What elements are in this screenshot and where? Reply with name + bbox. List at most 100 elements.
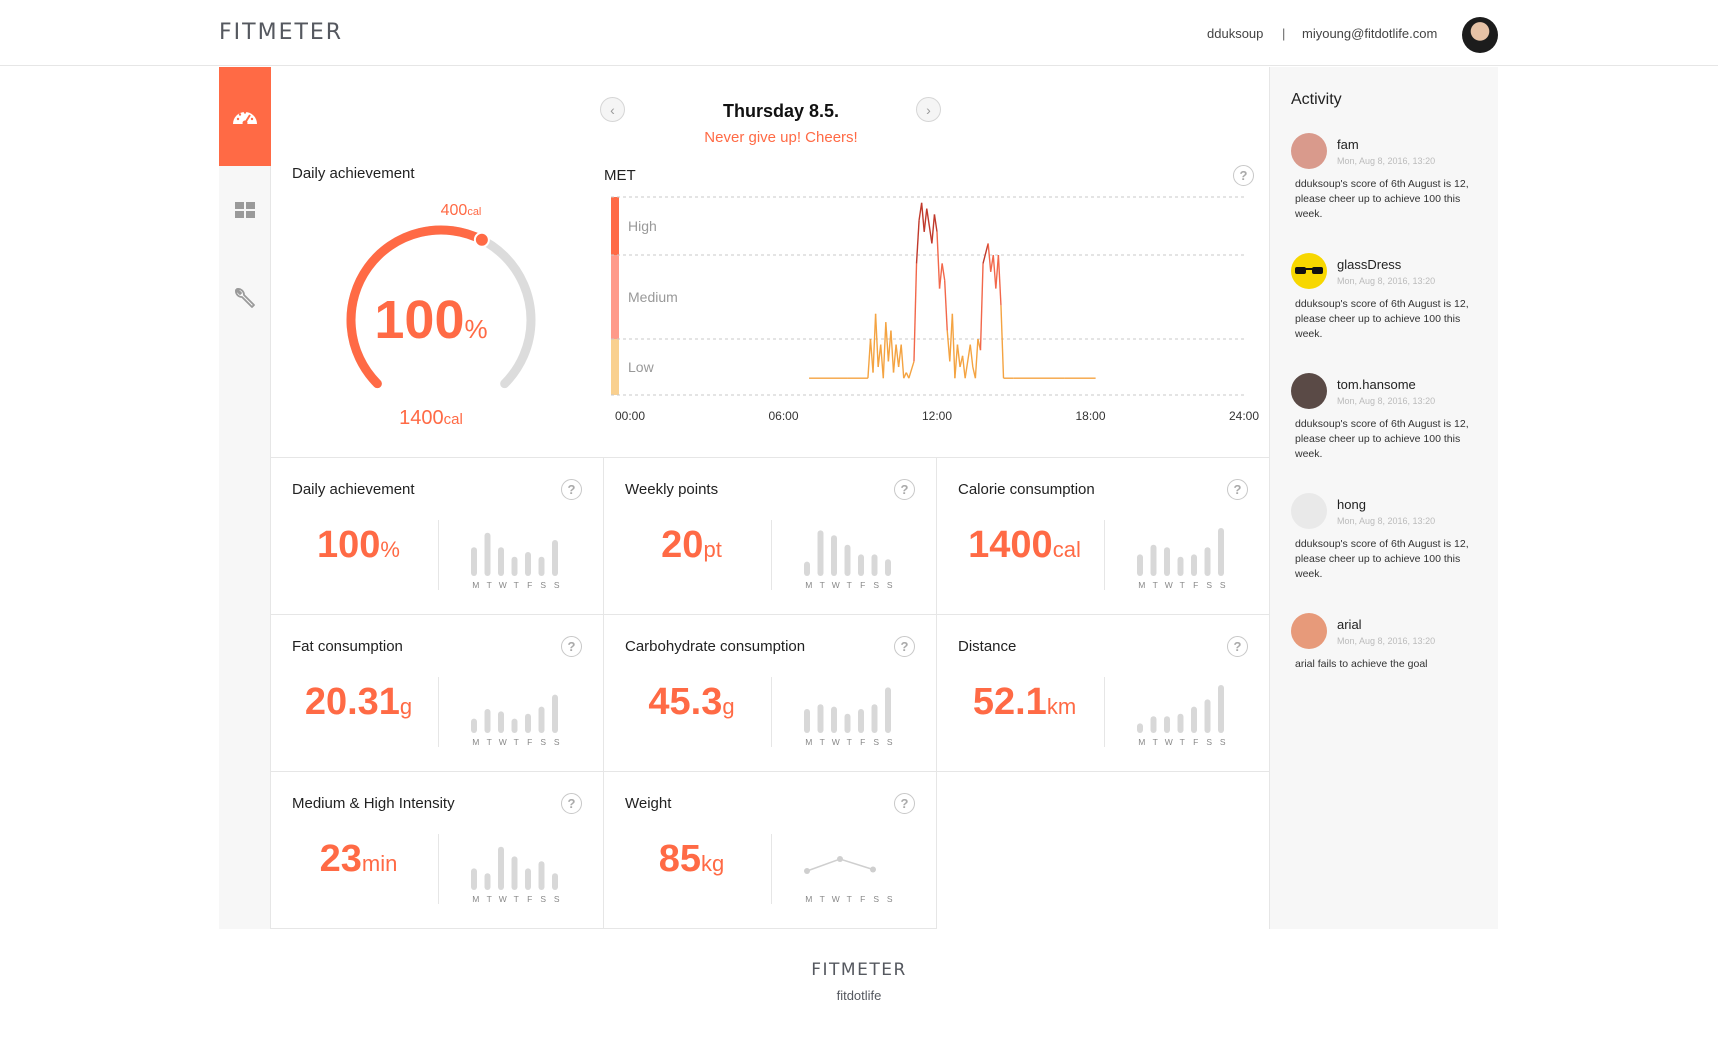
chevron-right-icon: › — [926, 101, 931, 118]
met-line-segment — [941, 263, 946, 281]
weekday-label: T — [513, 580, 519, 590]
card-help-icon[interactable]: ? — [561, 479, 582, 500]
gauge-percent: 100% — [374, 290, 488, 350]
card-help-icon[interactable]: ? — [561, 636, 582, 657]
activity-avatar[interactable] — [1291, 253, 1327, 289]
stat-card[interactable]: Carbohydrate consumption ? 45.3g MTWTFSS — [604, 615, 937, 772]
activity-username[interactable]: fam — [1337, 137, 1359, 152]
weekly-bar — [885, 559, 891, 576]
weekday-label: F — [860, 580, 866, 590]
stat-card[interactable]: Weight ? 85kg MTWTFSS — [604, 772, 937, 929]
card-help-icon[interactable]: ? — [561, 793, 582, 814]
weekday-label: M — [472, 580, 480, 590]
weekday-label: M — [1138, 580, 1146, 590]
card-value: 100% — [317, 524, 400, 566]
stat-card[interactable]: Daily achievement ? 100% MTWTFSS — [271, 458, 604, 615]
activity-username[interactable]: tom.hansome — [1337, 377, 1416, 392]
met-help-icon[interactable]: ? — [1233, 165, 1254, 186]
weekday-label: S — [540, 580, 547, 590]
weekly-bar — [1204, 699, 1211, 733]
weekly-bar — [1218, 685, 1224, 733]
sidebar-item-dashboard[interactable] — [219, 67, 271, 166]
card-help-icon[interactable]: ? — [894, 636, 915, 657]
activity-item[interactable]: tom.hansome Mon, Aug 8, 2016, 13:20 dduk… — [1291, 373, 1491, 473]
met-x-tick: 18:00 — [1075, 409, 1105, 423]
weekly-bar — [552, 873, 558, 890]
card-value: 1400cal — [968, 524, 1081, 566]
card-divider — [771, 677, 772, 747]
activity-timestamp: Mon, Aug 8, 2016, 13:20 — [1337, 396, 1436, 406]
activity-avatar[interactable] — [1291, 373, 1327, 409]
activity-username[interactable]: arial — [1337, 617, 1362, 632]
weekly-bar — [871, 704, 878, 733]
app-logo[interactable]: FITMETER — [219, 20, 343, 45]
met-line-segment — [874, 313, 879, 368]
grid-icon — [235, 202, 255, 218]
met-line-segment — [913, 263, 918, 362]
met-line-segment — [892, 344, 897, 373]
gauge-marker — [473, 231, 490, 248]
user-avatar[interactable] — [1462, 17, 1498, 53]
activity-avatar[interactable] — [1291, 133, 1327, 169]
weekly-bar — [1164, 547, 1170, 576]
activity-avatar[interactable] — [1291, 613, 1327, 649]
activity-item[interactable]: fam Mon, Aug 8, 2016, 13:20 dduksoup's s… — [1291, 133, 1491, 233]
header-email[interactable]: miyoung@fitdotlife.com — [1302, 26, 1437, 41]
activity-item[interactable]: hong Mon, Aug 8, 2016, 13:20 dduksoup's … — [1291, 493, 1491, 593]
activity-item[interactable]: arial Mon, Aug 8, 2016, 13:20 arial fail… — [1291, 613, 1491, 713]
activity-avatar[interactable] — [1291, 493, 1327, 529]
card-value: 20.31g — [304, 681, 413, 723]
met-level-bar — [611, 197, 619, 255]
met-line-segment — [872, 313, 877, 373]
weekday-labels: MTWTFSS — [1135, 737, 1235, 747]
weekday-label: T — [513, 737, 519, 747]
weekday-label: F — [860, 737, 866, 747]
activity-username[interactable]: hong — [1337, 497, 1366, 512]
prev-day-button[interactable]: ‹ — [600, 97, 625, 122]
weekly-bar — [471, 547, 477, 576]
weekday-label: T — [1179, 580, 1185, 590]
sidebar-item-settings[interactable] — [219, 254, 271, 342]
card-help-icon[interactable]: ? — [1227, 636, 1248, 657]
weekly-bar — [1177, 713, 1184, 733]
gauge-current-value: 400cal — [440, 202, 482, 219]
weekly-bar — [525, 868, 531, 890]
weekday-label: W — [831, 737, 840, 747]
met-x-tick: 12:00 — [922, 409, 952, 423]
activity-username[interactable]: glassDress — [1337, 257, 1401, 272]
weekly-bar — [471, 868, 477, 890]
stat-card[interactable]: Weekly points ? 20pt MTWTFSS — [604, 458, 937, 615]
card-divider — [1104, 520, 1105, 590]
weight-point — [870, 866, 876, 873]
weekly-bar — [538, 861, 545, 890]
weekday-labels: MTWTFSS — [802, 894, 902, 904]
activity-title: Activity — [1291, 91, 1342, 108]
sidebar-item-grid[interactable] — [219, 166, 271, 254]
card-title: Carbohydrate consumption — [625, 638, 806, 655]
stat-card[interactable]: Fat consumption ? 20.31g MTWTFSS — [271, 615, 604, 772]
stat-card[interactable]: Distance ? 52.1km MTWTFSS — [937, 615, 1270, 772]
met-level-label: Low — [628, 359, 655, 375]
stat-card[interactable]: Medium & High Intensity ? 23min MTWTFSS — [271, 772, 604, 929]
weekday-labels: MTWTFSS — [802, 737, 902, 747]
card-help-icon[interactable]: ? — [1227, 479, 1248, 500]
activity-item[interactable]: glassDress Mon, Aug 8, 2016, 13:20 dduks… — [1291, 253, 1491, 353]
card-help-icon[interactable]: ? — [894, 479, 915, 500]
weekday-label: F — [527, 894, 533, 904]
weekday-label: F — [860, 894, 866, 904]
next-day-button[interactable]: › — [916, 97, 941, 122]
main-panel: ‹ Thursday 8.5. Never give up! Cheers! ›… — [271, 67, 1270, 929]
footer-logo: FITMETER — [811, 960, 907, 980]
met-line-segment — [964, 344, 971, 379]
weekday-label: T — [846, 737, 852, 747]
weekly-bar — [1150, 716, 1157, 733]
weekday-label: M — [805, 737, 813, 747]
weight-point — [837, 856, 843, 862]
header-username[interactable]: dduksoup — [1207, 26, 1263, 41]
card-help-icon[interactable]: ? — [894, 793, 915, 814]
stat-card[interactable]: Calorie consumption ? 1400cal MTWTFSS — [937, 458, 1270, 615]
weekly-bar — [831, 706, 837, 733]
met-line-segment — [982, 243, 989, 264]
weekday-label: T — [1152, 580, 1158, 590]
weekday-label: T — [1152, 737, 1158, 747]
